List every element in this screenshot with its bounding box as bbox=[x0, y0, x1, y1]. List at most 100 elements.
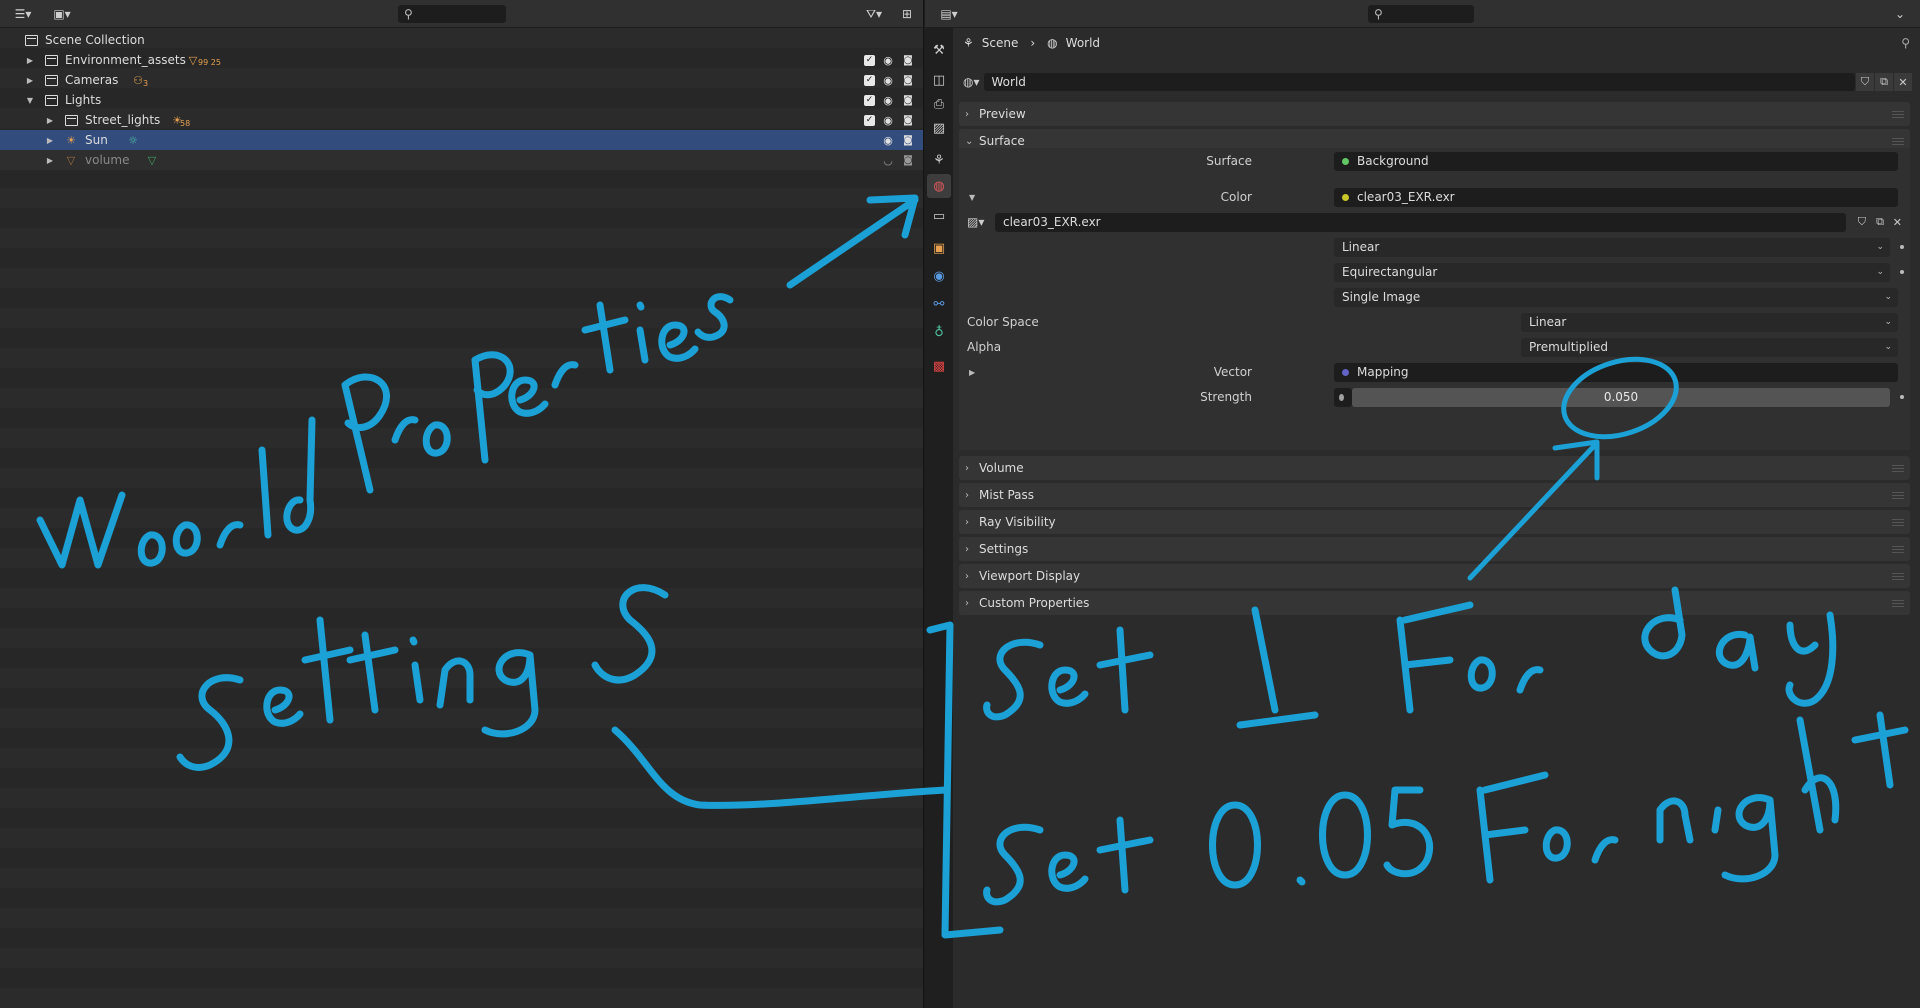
breadcrumb-scene: Scene bbox=[981, 36, 1019, 50]
outliner-row-volume[interactable]: ▶ ▽ volume ▽ ◡ ◙ bbox=[0, 150, 923, 170]
drag-grip-icon[interactable] bbox=[1892, 572, 1904, 580]
mesh-object-icon: ▽ bbox=[66, 153, 76, 167]
world-browse-icon[interactable]: ◍▾ bbox=[963, 75, 980, 89]
unlink-close-icon[interactable]: ✕ bbox=[1894, 73, 1912, 91]
display-mode-button[interactable]: ▣▾ bbox=[48, 5, 76, 23]
tool-tab-icon[interactable]: ⚒ bbox=[927, 38, 951, 62]
expand-arrow-icon[interactable]: ▶ bbox=[45, 136, 55, 145]
object-tab-icon[interactable]: ▣ bbox=[927, 236, 951, 260]
keyframe-dot[interactable] bbox=[1900, 270, 1904, 274]
filter-icon[interactable]: ⛛▾ bbox=[860, 5, 888, 23]
render-tab-icon[interactable]: ◫ bbox=[927, 68, 951, 92]
exclude-checkbox[interactable]: ✓ bbox=[864, 54, 875, 66]
color-input-field[interactable]: clear03_EXR.exr bbox=[1334, 187, 1898, 207]
expand-arrow-icon[interactable]: ▶ bbox=[45, 116, 55, 125]
camera-icon[interactable]: ◙ bbox=[901, 135, 915, 146]
color-space-dropdown[interactable]: Linear ⌄ bbox=[1521, 312, 1898, 332]
expand-arrow-icon[interactable]: ▶ bbox=[45, 156, 55, 165]
outliner-row-cameras[interactable]: ▶ Cameras ⚇ 3 ✓ ◉ ◙ bbox=[0, 70, 923, 90]
drag-grip-icon[interactable] bbox=[1892, 518, 1904, 526]
duplicate-icon[interactable]: ⧉ bbox=[1875, 73, 1893, 91]
camera-icon[interactable]: ◙ bbox=[901, 55, 915, 66]
keyframe-dot[interactable] bbox=[1900, 395, 1904, 399]
expand-arrow-icon[interactable]: ▶ bbox=[25, 56, 35, 65]
texture-tab-icon[interactable]: ▩ bbox=[927, 354, 951, 378]
vector-input-field[interactable]: Mapping bbox=[1334, 362, 1898, 382]
interpolation-dropdown[interactable]: Linear ⌄ bbox=[1334, 237, 1890, 257]
unlink-close-icon[interactable]: ✕ bbox=[1893, 216, 1902, 229]
panel-viewport-display[interactable]: › Viewport Display bbox=[959, 564, 1910, 588]
drag-grip-icon[interactable] bbox=[1892, 137, 1904, 145]
collection-tab-icon[interactable]: ▭ bbox=[927, 204, 951, 228]
eye-icon[interactable]: ◉ bbox=[881, 75, 895, 86]
light-data-tab-icon[interactable]: ♁ bbox=[927, 320, 951, 344]
chevron-down-icon: ⌄ bbox=[1876, 267, 1884, 277]
eye-icon[interactable]: ◉ bbox=[881, 55, 895, 66]
panel-volume[interactable]: › Volume bbox=[959, 456, 1910, 480]
eye-closed-icon[interactable]: ◡ bbox=[881, 155, 895, 166]
duplicate-icon[interactable]: ⧉ bbox=[1876, 215, 1884, 229]
image-name-field[interactable]: clear03_EXR.exr bbox=[995, 212, 1846, 232]
eye-icon[interactable]: ◉ bbox=[881, 135, 895, 146]
projection-dropdown[interactable]: Equirectangular ⌄ bbox=[1334, 262, 1890, 282]
panel-custom-properties[interactable]: › Custom Properties bbox=[959, 591, 1910, 615]
outliner-row-street-lights[interactable]: ▶ Street_lights ☀ 58 ✓ ◉ ◙ bbox=[0, 110, 923, 130]
options-dropdown-icon[interactable]: ⌄ bbox=[1891, 5, 1909, 23]
expand-arrow-icon[interactable]: ▶ bbox=[25, 76, 35, 85]
exclude-checkbox[interactable]: ✓ bbox=[864, 94, 875, 106]
drag-grip-icon[interactable] bbox=[1892, 491, 1904, 499]
image-browse-icon[interactable]: ▨▾ bbox=[967, 215, 984, 229]
outliner-search-input[interactable]: ⚲ bbox=[398, 5, 506, 23]
eye-icon[interactable]: ◉ bbox=[881, 95, 895, 106]
exclude-checkbox[interactable]: ✓ bbox=[864, 74, 875, 86]
camera-icon[interactable]: ◙ bbox=[901, 155, 915, 166]
interpolation-value: Linear bbox=[1342, 240, 1380, 254]
alpha-dropdown[interactable]: Premultiplied ⌄ bbox=[1521, 337, 1898, 357]
light-object-icon: ☀ bbox=[66, 133, 76, 147]
physics-tab-icon[interactable]: ◉ bbox=[927, 264, 951, 288]
fake-user-shield-icon[interactable]: ⛉ bbox=[1856, 73, 1874, 91]
strength-slider[interactable]: 0.050 bbox=[1352, 387, 1890, 407]
new-collection-icon[interactable]: ⊞ bbox=[898, 5, 916, 23]
scene-tab-icon[interactable]: ⚘ bbox=[927, 148, 951, 172]
world-tab-icon[interactable]: ◍ bbox=[927, 174, 951, 198]
world-name-field[interactable]: World bbox=[983, 73, 1855, 91]
surface-shader-field[interactable]: Background bbox=[1334, 151, 1898, 171]
editor-type-button[interactable]: ☰▾ bbox=[10, 5, 36, 23]
drag-grip-icon[interactable] bbox=[1892, 545, 1904, 553]
exclude-checkbox[interactable]: ✓ bbox=[864, 114, 875, 126]
surface-shader-row: Surface Background bbox=[959, 151, 1910, 171]
editor-type-button[interactable]: ▤▾ bbox=[935, 5, 963, 23]
color-space-row: Color Space Linear ⌄ bbox=[959, 312, 1910, 332]
keyframe-dot[interactable] bbox=[1900, 245, 1904, 249]
color-row: ▼ Color clear03_EXR.exr bbox=[959, 187, 1910, 207]
panel-ray-visibility[interactable]: › Ray Visibility bbox=[959, 510, 1910, 534]
fake-user-shield-icon[interactable]: ⛉ bbox=[1858, 215, 1866, 229]
surface-value: Background bbox=[1357, 154, 1429, 168]
outliner-row-environment-assets[interactable]: ▶ Environment_assets ▽ 99 25 ✓ ◉ ◙ bbox=[0, 50, 923, 70]
constraints-tab-icon[interactable]: ⚯ bbox=[927, 292, 951, 316]
drag-grip-icon[interactable] bbox=[1892, 110, 1904, 118]
drag-grip-icon[interactable] bbox=[1892, 464, 1904, 472]
panel-preview[interactable]: › Preview bbox=[959, 102, 1910, 126]
color-value: clear03_EXR.exr bbox=[1357, 190, 1455, 204]
drag-grip-icon[interactable] bbox=[1892, 599, 1904, 607]
panel-mist-pass[interactable]: › Mist Pass bbox=[959, 483, 1910, 507]
collapse-arrow-icon[interactable]: ▼ bbox=[969, 193, 975, 202]
outliner-row-scene-collection[interactable]: Scene Collection bbox=[0, 30, 923, 50]
view-layer-tab-icon[interactable]: ▨ bbox=[927, 116, 951, 140]
camera-icon[interactable]: ◙ bbox=[901, 95, 915, 106]
collapse-arrow-icon[interactable]: ▼ bbox=[25, 96, 35, 105]
expand-arrow-icon[interactable]: ▶ bbox=[969, 368, 975, 377]
eye-icon[interactable]: ◉ bbox=[881, 115, 895, 126]
pin-icon[interactable]: ⚲ bbox=[1901, 36, 1910, 50]
output-tab-icon[interactable]: ⎙ bbox=[927, 92, 951, 116]
properties-search-input[interactable]: ⚲ bbox=[1368, 5, 1474, 23]
outliner-row-sun[interactable]: ▶ ☀ Sun ☼ ◉ ◙ bbox=[0, 130, 923, 150]
alpha-row: Alpha Premultiplied ⌄ bbox=[959, 337, 1910, 357]
camera-icon[interactable]: ◙ bbox=[901, 115, 915, 126]
camera-icon[interactable]: ◙ bbox=[901, 75, 915, 86]
source-dropdown[interactable]: Single Image ⌄ bbox=[1334, 287, 1898, 307]
outliner-row-lights[interactable]: ▼ Lights ✓ ◉ ◙ bbox=[0, 90, 923, 110]
panel-settings[interactable]: › Settings bbox=[959, 537, 1910, 561]
